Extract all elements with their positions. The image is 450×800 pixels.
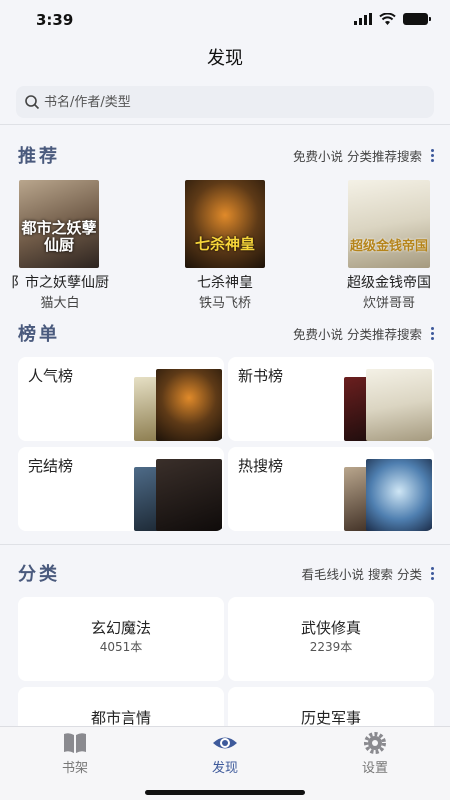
page-title: 发现 (207, 48, 243, 69)
recommend-book-3[interactable]: 超级金钱帝国 超级金钱帝国 炊饼哥哥 (324, 180, 450, 311)
book-title: 阝市之妖孽仙厨 (11, 275, 109, 291)
home-indicator (145, 790, 305, 795)
recommend-header: 推荐 免费小说 分类推荐搜索 (0, 140, 450, 168)
category-name: 历史军事 (300, 709, 361, 727)
book-cover-title: 都市之妖孽仙厨 (21, 219, 97, 254)
free-novel-link[interactable]: 免费小说 (293, 146, 343, 165)
more-vertical-icon[interactable] (430, 149, 434, 162)
book-title: 七杀神皇 (197, 275, 253, 291)
tab-label: 发现 (211, 761, 238, 776)
more-vertical-icon[interactable] (430, 327, 434, 340)
book-author: 炊饼哥哥 (362, 296, 415, 311)
free-novel-link[interactable]: 免费小说 (293, 324, 343, 343)
book-cover-front (156, 369, 222, 441)
ranking-card-label: 热搜榜 (238, 457, 284, 475)
category-title: 分类 (18, 564, 60, 585)
book-cover[interactable]: 超级金钱帝国 (348, 180, 430, 268)
recommend-actions: 免费小说 分类推荐搜索 (289, 146, 434, 165)
category-link[interactable]: 分类 (397, 564, 422, 583)
ranking-header: 榜单 免费小说 分类推荐搜索 (0, 318, 450, 346)
ranking-card-popular[interactable]: 人气榜 (18, 357, 224, 441)
recommend-title: 推荐 (18, 146, 60, 167)
book-author: 铁马飞桥 (198, 296, 251, 311)
book-cover-title: 超级金钱帝国 (349, 239, 428, 254)
category-card[interactable]: 武侠修真 2239本 (228, 597, 434, 681)
more-vertical-icon[interactable] (430, 567, 434, 580)
ranking-actions: 免费小说 分类推荐搜索 (289, 324, 434, 343)
book-cover-title: 七杀神皇 (194, 235, 255, 253)
tab-label: 书架 (61, 761, 88, 776)
category-recommend-search-link[interactable]: 分类推荐搜索 (347, 146, 422, 165)
divider (0, 544, 450, 545)
book-icon (64, 733, 86, 753)
ranking-card-completed[interactable]: 完结榜 (18, 447, 224, 531)
status-icons (354, 13, 431, 25)
recommend-book-1[interactable]: 都市之妖孽仙厨 阝市之妖孽仙厨 猫大白 (0, 180, 125, 311)
ranking-card-trending[interactable]: 热搜榜 (228, 447, 434, 531)
tab-label: 设置 (361, 761, 388, 776)
book-cover-front (156, 459, 222, 531)
category-count: 2239本 (309, 640, 353, 654)
wifi-icon (379, 13, 396, 25)
book-cover-front (366, 369, 432, 441)
category-name: 武侠修真 (300, 619, 361, 637)
search-bar[interactable] (16, 86, 434, 118)
category-recommend-search-link[interactable]: 分类推荐搜索 (347, 324, 422, 343)
book-title: 超级金钱帝国 (347, 275, 431, 291)
category-header: 分类 看毛线小说 搜索 分类 (0, 558, 450, 586)
search-link[interactable]: 搜索 (368, 564, 393, 583)
ranking-card-label: 人气榜 (28, 367, 74, 385)
category-count: 4051本 (99, 640, 143, 654)
category-card[interactable]: 玄幻魔法 4051本 (18, 597, 224, 681)
book-cover[interactable]: 七杀神皇 (185, 180, 265, 268)
ranking-card-new[interactable]: 新书榜 (228, 357, 434, 441)
book-author: 猫大白 (40, 296, 80, 311)
book-cover[interactable]: 都市之妖孽仙厨 (19, 180, 99, 268)
recommend-book-2[interactable]: 七杀神皇 七杀神皇 铁马飞桥 (160, 180, 290, 311)
ranking-card-label: 完结榜 (28, 457, 74, 475)
ranking-card-label: 新书榜 (238, 367, 284, 385)
status-time: 3:39 (36, 11, 74, 29)
eye-icon (213, 737, 237, 749)
search-icon (25, 95, 40, 110)
tab-settings[interactable]: 设置 (325, 731, 425, 776)
category-name: 都市言情 (90, 709, 151, 727)
divider (0, 124, 450, 125)
source-name-link[interactable]: 看毛线小说 (301, 564, 364, 583)
tab-bar: 书架 发现 设置 (0, 726, 450, 800)
signal-icon (354, 13, 372, 25)
book-cover-front (366, 459, 432, 531)
battery-icon (403, 13, 431, 25)
category-actions: 看毛线小说 搜索 分类 (297, 564, 434, 583)
ranking-title: 榜单 (18, 324, 60, 345)
gear-icon (364, 732, 386, 754)
category-name: 玄幻魔法 (90, 619, 151, 637)
status-bar: 3:39 (0, 0, 450, 40)
tab-bookshelf[interactable]: 书架 (25, 731, 125, 776)
search-input[interactable] (44, 94, 404, 110)
tab-discover[interactable]: 发现 (175, 731, 275, 776)
